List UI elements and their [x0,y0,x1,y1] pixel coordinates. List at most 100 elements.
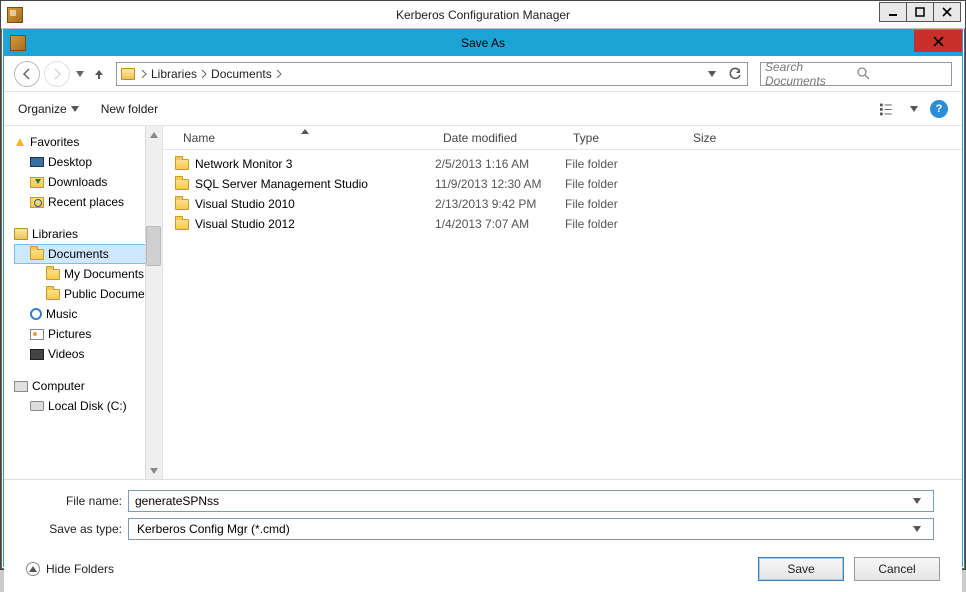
computer-icon [14,381,28,392]
hide-folders-button[interactable]: Hide Folders [26,562,114,576]
crumb-sep-icon[interactable] [139,70,149,78]
filename-input[interactable] [128,490,934,512]
crumb-libraries[interactable]: Libraries [149,67,199,81]
file-date: 1/4/2013 7:07 AM [435,217,565,231]
videos-icon [30,349,44,360]
tree-scrollbar[interactable] [145,126,162,479]
file-name: Network Monitor 3 [195,157,292,171]
tree-item-public-documents[interactable]: Public Documents [14,284,162,304]
tree-item-recent[interactable]: Recent places [14,192,162,212]
dialog-body: Libraries Documents Search Documents [4,56,962,592]
save-type-combo[interactable]: Kerberos Config Mgr (*.cmd) [128,518,934,540]
search-icon [856,66,947,82]
folder-icon [46,289,60,300]
tree-item-local-disk[interactable]: Local Disk (C:) [14,396,162,416]
toolbar: Organize New folder ? [4,92,962,126]
location-icon [117,63,139,85]
crumb-sep-icon[interactable] [274,70,284,78]
tree-item-music[interactable]: Music [14,304,162,324]
chevron-down-icon[interactable] [913,498,931,504]
drive-icon [30,401,44,411]
dialog-close-button[interactable] [914,30,962,52]
view-options-button[interactable] [880,100,898,118]
col-name-header[interactable]: Name [175,131,435,145]
sort-asc-icon [301,129,309,134]
search-placeholder: Search Documents [765,60,856,88]
file-name: Visual Studio 2012 [195,217,295,231]
chevron-down-icon[interactable] [913,526,931,532]
libraries-icon [14,228,28,240]
tree-item-documents[interactable]: Documents [14,244,162,264]
chevron-up-icon [26,562,40,576]
file-row[interactable]: SQL Server Management Studio11/9/2013 12… [163,174,962,194]
file-type: File folder [565,177,685,191]
crumb-documents[interactable]: Documents [209,67,274,81]
app-window: Kerberos Configuration Manager Save As [0,0,966,570]
save-type-label: Save as type: [32,522,128,536]
folder-icon [175,199,189,210]
file-type: File folder [565,197,685,211]
close-button[interactable] [933,2,961,22]
app-titlebar: Kerberos Configuration Manager [1,1,965,29]
col-type-header[interactable]: Type [565,131,685,145]
organize-button[interactable]: Organize [18,102,79,116]
file-row[interactable]: Network Monitor 32/5/2013 1:16 AMFile fo… [163,154,962,174]
file-list-pane: Name Date modified Type Size Network Mon… [162,126,962,479]
address-bar[interactable]: Libraries Documents [116,62,748,86]
nav-bar: Libraries Documents Search Documents [4,56,962,92]
nav-history-dropdown[interactable] [74,71,86,77]
star-icon [16,138,24,146]
nav-forward-button[interactable] [44,61,70,87]
file-date: 11/9/2013 12:30 AM [435,177,565,191]
crumb-sep-icon[interactable] [199,70,209,78]
file-list[interactable]: Network Monitor 32/5/2013 1:16 AMFile fo… [163,150,962,479]
col-date-header[interactable]: Date modified [435,131,565,145]
tree-item-videos[interactable]: Videos [14,344,162,364]
chevron-down-icon[interactable] [910,106,918,112]
file-type: File folder [565,217,685,231]
nav-up-button[interactable] [90,67,108,81]
window-controls [880,2,961,22]
tree-computer-header[interactable]: Computer [14,376,162,396]
tree-favorites-header[interactable]: Favorites [14,132,162,152]
dialog-footer: Hide Folders Save Cancel [4,546,962,592]
folder-icon [175,179,189,190]
scroll-up-icon[interactable] [146,126,161,143]
save-fields: File name: Save as type: Kerberos Config… [4,480,962,546]
dialog-titlebar: Save As [4,30,962,56]
chevron-down-icon [71,106,79,112]
file-date: 2/13/2013 9:42 PM [435,197,565,211]
help-button[interactable]: ? [930,100,948,118]
dialog-title: Save As [4,36,962,50]
save-button[interactable]: Save [758,557,844,581]
minimize-button[interactable] [879,2,907,22]
folder-icon [46,269,60,280]
tree-item-downloads[interactable]: Downloads [14,172,162,192]
filename-input-text[interactable] [131,494,913,508]
file-row[interactable]: Visual Studio 2010 2/13/2013 9:42 PMFile … [163,194,962,214]
maximize-button[interactable] [906,2,934,22]
refresh-button[interactable] [725,64,745,84]
save-type-value: Kerberos Config Mgr (*.cmd) [131,522,913,536]
cancel-button[interactable]: Cancel [854,557,940,581]
nav-back-button[interactable] [14,61,40,87]
folder-icon [175,159,189,170]
tree-item-pictures[interactable]: Pictures [14,324,162,344]
folder-icon [30,249,44,260]
new-folder-button[interactable]: New folder [101,102,158,116]
filename-label: File name: [32,494,128,508]
save-dialog-frame: Save As [3,29,963,567]
scroll-down-icon[interactable] [146,462,161,479]
file-row[interactable]: Visual Studio 2012 1/4/2013 7:07 AMFile f… [163,214,962,234]
pictures-icon [30,329,44,340]
col-size-header[interactable]: Size [685,131,775,145]
tree-item-desktop[interactable]: Desktop [14,152,162,172]
search-input[interactable]: Search Documents [760,62,952,86]
folder-icon [175,219,189,230]
address-dropdown-icon[interactable] [702,64,722,84]
tree-item-my-documents[interactable]: My Documents [14,264,162,284]
scroll-thumb[interactable] [146,226,161,266]
nav-tree-pane: Favorites Desktop Downloads Recent place… [4,126,162,479]
file-name: Visual Studio 2010 [195,197,295,211]
tree-libraries-header[interactable]: Libraries [14,224,162,244]
